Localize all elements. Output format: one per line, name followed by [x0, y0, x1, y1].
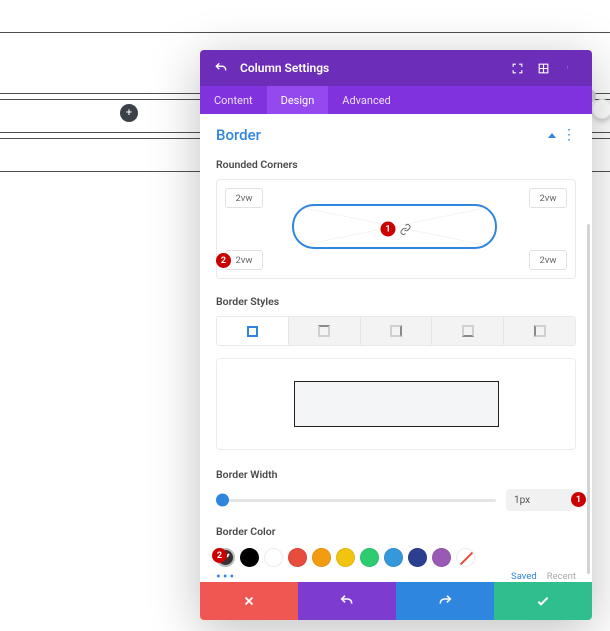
modal-footer	[200, 582, 592, 620]
settings-tabs: Content Design Advanced	[200, 86, 592, 114]
expand-icon	[511, 62, 524, 75]
border-width-slider[interactable]	[216, 490, 496, 510]
section-header-border[interactable]: Border ⋮	[216, 124, 576, 154]
corner-input-bl[interactable]: 2vw	[225, 250, 263, 270]
border-side-top[interactable]	[288, 317, 360, 345]
rounded-corners-label: Rounded Corners	[216, 158, 576, 171]
undo-arrow-icon	[214, 61, 228, 75]
color-swatch[interactable]	[432, 548, 451, 567]
modal-menu-button[interactable]	[558, 57, 580, 79]
palette-tabs: Saved Recent	[511, 571, 576, 582]
color-picker-button[interactable]	[216, 548, 235, 567]
add-section-button[interactable]: +	[120, 104, 138, 122]
redo-icon	[437, 593, 453, 609]
color-swatch[interactable]	[240, 548, 259, 567]
color-swatch[interactable]	[288, 548, 307, 567]
tab-design[interactable]: Design	[267, 86, 329, 114]
border-width-value[interactable]: 1px	[506, 489, 576, 511]
color-swatch[interactable]	[384, 548, 403, 567]
border-styles-label: Border Styles	[216, 295, 576, 308]
kebab-icon	[567, 61, 571, 75]
undo-button[interactable]	[298, 582, 396, 620]
cancel-button[interactable]	[200, 582, 298, 620]
tab-advanced[interactable]: Advanced	[328, 86, 404, 114]
color-swatch-none[interactable]	[456, 548, 475, 567]
border-side-right[interactable]	[360, 317, 432, 345]
grid-icon	[537, 62, 550, 75]
collapse-caret-icon[interactable]	[548, 133, 556, 138]
color-swatch[interactable]	[312, 548, 331, 567]
modal-body: Border ⋮ Rounded Corners 2vw 2vw 2vw 2vw…	[200, 114, 592, 582]
corner-input-br[interactable]: 2vw	[529, 250, 567, 270]
more-colors-button[interactable]: •••	[216, 569, 236, 582]
back-button[interactable]	[212, 59, 230, 77]
link-icon	[400, 223, 412, 235]
section-menu-button[interactable]: ⋮	[562, 131, 576, 139]
border-preview	[216, 358, 576, 450]
grid-snap-button[interactable]	[532, 57, 554, 79]
border-side-left[interactable]	[503, 317, 575, 345]
link-corners-toggle[interactable]: 1	[381, 222, 412, 237]
eyedropper-icon	[220, 552, 231, 563]
color-swatch-row	[216, 546, 576, 567]
palette-tab-recent[interactable]: Recent	[547, 571, 576, 582]
save-button[interactable]	[494, 582, 592, 620]
column-settings-modal: Column Settings Content Design Advanced …	[200, 50, 592, 620]
close-icon	[242, 594, 256, 608]
section-title: Border	[216, 126, 261, 144]
border-color-label: Border Color	[216, 525, 576, 538]
undo-icon	[339, 593, 355, 609]
corner-input-tl[interactable]: 2vw	[225, 188, 263, 208]
expand-button[interactable]	[506, 57, 528, 79]
border-side-all[interactable]	[217, 317, 288, 345]
modal-titlebar: Column Settings	[200, 50, 592, 86]
modal-title: Column Settings	[240, 61, 329, 75]
annotation-marker: 1	[381, 222, 396, 237]
rounded-corners-control: 2vw 2vw 2vw 2vw 1 2	[216, 179, 576, 279]
color-swatch[interactable]	[408, 548, 427, 567]
scrollbar[interactable]	[587, 224, 590, 574]
palette-tab-saved[interactable]: Saved	[511, 571, 537, 582]
tab-content[interactable]: Content	[200, 86, 267, 114]
check-icon	[535, 593, 551, 609]
redo-button[interactable]	[396, 582, 494, 620]
border-side-bottom[interactable]	[431, 317, 503, 345]
border-preview-rect	[294, 381, 499, 427]
corner-input-tr[interactable]: 2vw	[529, 188, 567, 208]
color-swatch[interactable]	[264, 548, 283, 567]
section-drag-handle[interactable]	[592, 99, 610, 119]
color-swatch[interactable]	[360, 548, 379, 567]
border-side-selector	[216, 316, 576, 346]
border-width-label: Border Width	[216, 468, 576, 481]
color-swatch[interactable]	[336, 548, 355, 567]
slider-thumb[interactable]	[216, 494, 229, 507]
